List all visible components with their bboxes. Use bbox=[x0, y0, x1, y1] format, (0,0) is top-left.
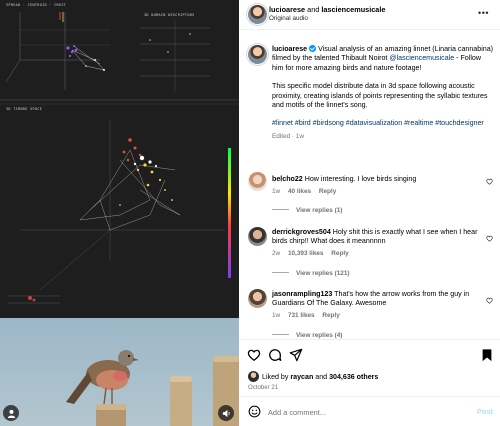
audio-link[interactable]: Original audio bbox=[269, 15, 308, 22]
post-header: lucioarese and lasciencemusicale Origina… bbox=[239, 0, 500, 30]
comment-time: 1w bbox=[272, 188, 281, 195]
emoji-smiley-icon[interactable] bbox=[248, 405, 261, 418]
comments-scroll-area[interactable]: lucioarese Visual analysis of an amazing… bbox=[239, 31, 500, 339]
speaker-icon bbox=[222, 409, 230, 417]
viz-graphic bbox=[0, 0, 239, 318]
more-options-button[interactable]: ••• bbox=[478, 8, 489, 18]
caption-avatar[interactable] bbox=[248, 45, 267, 64]
comment-meta: 1w 731 likes Reply bbox=[272, 312, 340, 319]
comment-time: 1w bbox=[272, 312, 281, 319]
comment-meta: 1w 40 likes Reply bbox=[272, 188, 336, 195]
post-media[interactable]: SPREAD · CENTROID · CREST 3D DOMAIN DESC… bbox=[0, 0, 239, 426]
comment-username[interactable]: derrickgroves504 bbox=[272, 228, 331, 236]
user-icon bbox=[7, 409, 15, 418]
caption-edited-time: Edited · 1w bbox=[272, 132, 304, 140]
comment-meta: 2w 10,393 likes Reply bbox=[272, 250, 349, 257]
data-visualization-video: SPREAD · CENTROID · CREST 3D DOMAIN DESC… bbox=[0, 0, 239, 318]
post-date[interactable]: October 21 bbox=[248, 384, 278, 391]
comment-avatar[interactable] bbox=[248, 172, 267, 191]
post-authors: lucioarese and lasciencemusicale bbox=[269, 5, 385, 14]
share-paper-plane-icon[interactable] bbox=[289, 348, 303, 362]
liked-by-prefix: Liked by bbox=[262, 373, 291, 381]
post-details-panel: lucioarese and lasciencemusicale Origina… bbox=[239, 0, 500, 426]
post-caption: lucioarese Visual analysis of an amazing… bbox=[272, 45, 494, 141]
linnet-bird-image bbox=[66, 350, 239, 426]
viz-label-spread: SPREAD · CENTROID · CREST bbox=[6, 3, 67, 7]
comment-time: 2w bbox=[272, 250, 281, 257]
comment-reply-button[interactable]: Reply bbox=[331, 250, 348, 257]
comment-like-heart-icon[interactable] bbox=[486, 297, 493, 304]
comment-avatar[interactable] bbox=[248, 289, 267, 308]
liker-avatar[interactable] bbox=[248, 371, 259, 382]
author-username[interactable]: lucioarese bbox=[269, 5, 305, 14]
likes-summary: Liked by raycan and 304,636 others bbox=[262, 373, 378, 381]
caption-mention-link[interactable]: @lasciencemusicale bbox=[389, 54, 454, 62]
post-actions-bar: Liked by raycan and 304,636 others bbox=[239, 339, 500, 382]
comment-bubble-icon[interactable] bbox=[268, 348, 282, 362]
comment-like-heart-icon[interactable] bbox=[486, 235, 493, 242]
linnet-photo bbox=[0, 318, 239, 426]
comment-body: How interesting. I love birds singing bbox=[302, 175, 417, 183]
viz-label-domain: 3D DOMAIN DESCRIPTORS bbox=[144, 13, 195, 17]
comment-text: derrickgroves504 Holy shit this is exact… bbox=[272, 228, 480, 247]
save-bookmark-icon[interactable] bbox=[480, 348, 494, 362]
comment-avatar[interactable] bbox=[248, 227, 267, 246]
liked-by-user[interactable]: raycan bbox=[290, 373, 313, 381]
post-comment-button[interactable]: Post bbox=[477, 407, 493, 416]
comment-like-heart-icon[interactable] bbox=[486, 178, 493, 185]
caption-paragraph-2: This specific model distribute data in 3… bbox=[272, 82, 488, 110]
comment-username[interactable]: belcho22 bbox=[272, 175, 303, 183]
author-avatar[interactable] bbox=[248, 5, 267, 24]
liked-by-joiner: and bbox=[313, 373, 330, 381]
comment-likes[interactable]: 40 likes bbox=[288, 188, 311, 195]
comment-text: belcho22 How interesting. I love birds s… bbox=[272, 175, 480, 184]
view-replies-button[interactable]: View replies (4) bbox=[272, 332, 342, 339]
more-icon: ••• bbox=[478, 8, 489, 18]
comment-input[interactable] bbox=[268, 405, 458, 419]
caption-username[interactable]: lucioarese bbox=[272, 45, 307, 53]
comment-likes[interactable]: 10,393 likes bbox=[288, 250, 324, 257]
authors-joiner: and bbox=[305, 5, 322, 14]
add-comment-bar: Post bbox=[239, 396, 500, 426]
comment-text: jasonrampling123 That's how the arrow wo… bbox=[272, 290, 480, 309]
caption-hashtags[interactable]: #linnet #bird #birdsong #datavisualizati… bbox=[272, 119, 494, 128]
view-replies-button[interactable]: View replies (121) bbox=[272, 270, 350, 277]
comment-username[interactable]: jasonrampling123 bbox=[272, 290, 332, 298]
view-replies-button[interactable]: View replies (1) bbox=[272, 207, 342, 214]
sound-toggle-button[interactable] bbox=[218, 405, 234, 421]
comment-reply-button[interactable]: Reply bbox=[319, 188, 336, 195]
liked-by-count[interactable]: 304,636 others bbox=[329, 373, 378, 381]
comment-likes[interactable]: 731 likes bbox=[288, 312, 315, 319]
user-tags-button[interactable] bbox=[3, 405, 19, 421]
like-heart-icon[interactable] bbox=[247, 348, 261, 362]
comment-reply-button[interactable]: Reply bbox=[322, 312, 339, 319]
viz-label-timbre: 3D TIMBRE SPACE bbox=[6, 107, 43, 111]
collaborator-username[interactable]: lasciencemusicale bbox=[321, 5, 385, 14]
